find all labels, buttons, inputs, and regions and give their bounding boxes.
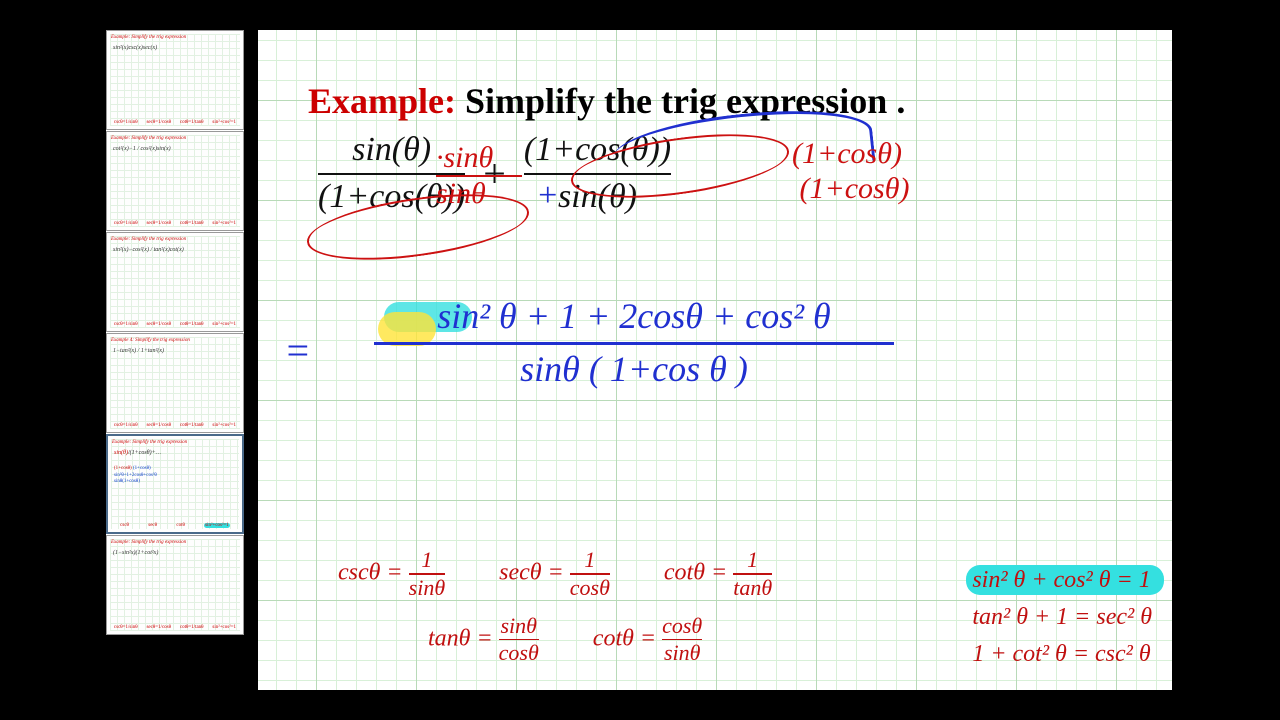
thumbnail-2[interactable]: Example: Simplify the trig expression co…: [106, 131, 244, 231]
handwritten-plus-check: +: [536, 178, 559, 214]
step-numerator: sin² θ + 1 + 2cosθ + cos² θ: [437, 296, 831, 336]
thumbnail-1[interactable]: Example: Simplify the trig expression si…: [106, 30, 244, 130]
thumbnail-3[interactable]: Example: Simplify the trig expression si…: [106, 232, 244, 332]
main-slide: Example: Simplify the trig expression . …: [258, 30, 1172, 690]
handwritten-step: sin² θ + 1 + 2cosθ + cos² θ sinθ ( 1+cos…: [374, 298, 894, 389]
thumbnail-4[interactable]: Example 4: Simplify the trig expression …: [106, 333, 244, 433]
handwritten-mult-right: (1+cosθ) (1+cosθ): [792, 138, 909, 204]
handwritten-mult-left: ·sinθ sinθ: [436, 142, 522, 209]
pythagorean-identities: sin² θ + cos² θ = 1 tan² θ + 1 = sec² θ …: [972, 567, 1152, 668]
example-label: Example:: [308, 81, 456, 121]
slide-thumbnail-panel: Example: Simplify the trig expression si…: [106, 30, 244, 635]
handwritten-equals: =: [284, 330, 311, 372]
thumbnail-6[interactable]: Example: Simplify the trig expression (1…: [106, 535, 244, 635]
step-denominator: sinθ ( 1+cos θ ): [520, 349, 748, 389]
thumbnail-5-selected[interactable]: Example: Simplify the trig expression si…: [106, 434, 244, 534]
